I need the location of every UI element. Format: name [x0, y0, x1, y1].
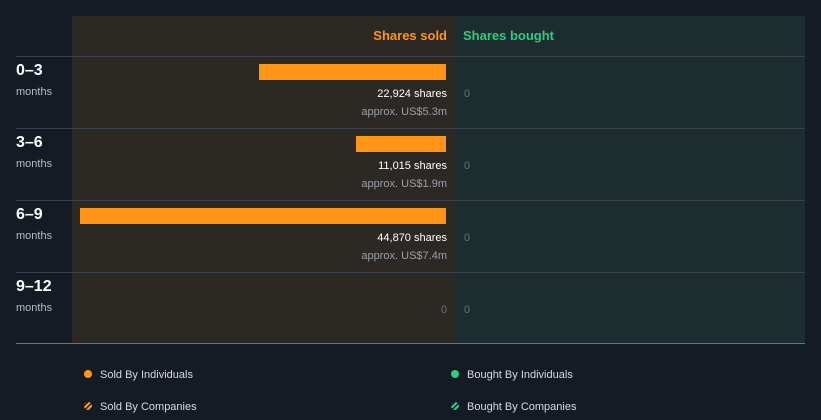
- bought-value-label: 0: [464, 232, 471, 244]
- period-row: 3–6 months 11,015 shares approx. US$1.9m…: [0, 128, 821, 200]
- period-range: 9–12: [16, 278, 52, 295]
- green-dot-icon: [451, 370, 459, 378]
- period-row: 6–9 months 44,870 shares approx. US$7.4m…: [0, 200, 821, 272]
- green-striped-dot-icon: [451, 402, 459, 410]
- period-range: 0–3: [16, 62, 43, 79]
- sold-shares-label: 44,870 shares: [377, 232, 447, 244]
- period-unit: months: [16, 158, 53, 170]
- legend-label: Bought By Individuals: [467, 369, 573, 381]
- shares-sold-header: Shares sold: [373, 28, 447, 43]
- period-unit: months: [16, 230, 53, 242]
- sold-bar: [259, 64, 446, 80]
- legend-sold-companies[interactable]: Sold By Companies: [84, 401, 197, 413]
- sold-value-label: approx. US$1.9m: [361, 178, 447, 190]
- period-range: 3–6: [16, 134, 43, 151]
- bought-value-label: 0: [464, 88, 471, 100]
- orange-dot-icon: [84, 370, 92, 378]
- sold-shares-label: 11,015 shares: [378, 160, 447, 172]
- sold-shares-label: 22,924 shares: [377, 88, 447, 100]
- legend-label: Sold By Companies: [100, 401, 197, 413]
- sold-value-label: approx. US$5.3m: [361, 106, 447, 118]
- sold-zero-label: 0: [440, 304, 447, 316]
- period-unit: months: [16, 302, 53, 314]
- period-row: 0–3 months 22,924 shares approx. US$5.3m…: [0, 56, 821, 128]
- legend-bought-individuals[interactable]: Bought By Individuals: [451, 369, 573, 381]
- shares-bought-header: Shares bought: [463, 28, 555, 43]
- legend-sold-individuals[interactable]: Sold By Individuals: [84, 369, 193, 381]
- sold-value-label: approx. US$7.4m: [361, 250, 447, 262]
- period-range: 6–9: [16, 206, 43, 223]
- legend-label: Sold By Individuals: [100, 369, 193, 381]
- legend-label: Bought By Companies: [467, 401, 577, 413]
- sold-bar: [356, 136, 446, 152]
- bought-value-label: 0: [464, 160, 471, 172]
- bought-value-label: 0: [464, 304, 471, 316]
- sold-bar: [80, 208, 446, 224]
- period-unit: months: [16, 86, 53, 98]
- legend-bought-companies[interactable]: Bought By Companies: [451, 401, 576, 413]
- orange-striped-dot-icon: [84, 402, 92, 410]
- period-row: 9–12 months 0 0: [0, 272, 821, 344]
